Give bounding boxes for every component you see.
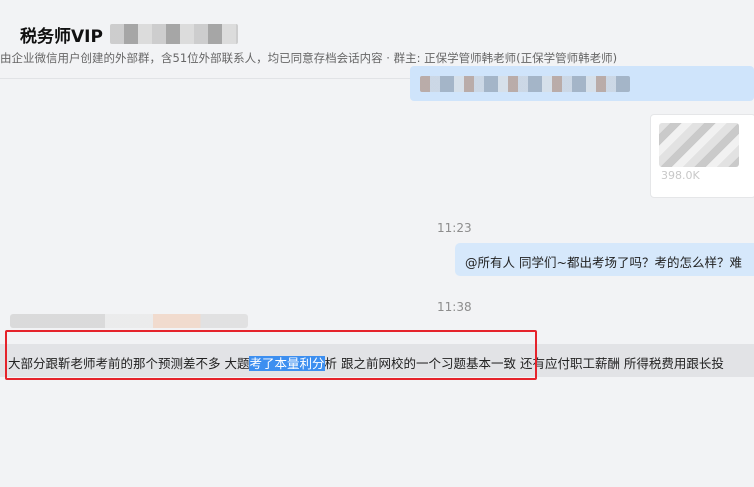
timestamp: 11:23 <box>437 221 472 235</box>
redacted-sender-name <box>10 314 248 328</box>
group-title[interactable]: 税务师VIP <box>20 22 103 47</box>
message-text: @所有人 同学们~都出考场了吗？考的怎么样？难 <box>465 255 742 270</box>
message-bubble-self[interactable]: @所有人 同学们~都出考场了吗？考的怎么样？难 <box>455 243 754 276</box>
file-size: 398.0K <box>661 169 700 182</box>
redacted-message-bubble[interactable] <box>410 66 754 101</box>
annotation-box <box>5 330 537 380</box>
timestamp: 11:38 <box>437 300 472 314</box>
file-message-card[interactable]: 398.0K <box>650 114 754 198</box>
redacted-text <box>420 76 630 92</box>
redacted-file-name <box>659 123 739 167</box>
redacted-title-suffix <box>110 24 238 44</box>
group-description: 由企业微信用户创建的外部群，含51位外部联系人，均已同意存档会话内容 · 群主:… <box>0 51 618 65</box>
